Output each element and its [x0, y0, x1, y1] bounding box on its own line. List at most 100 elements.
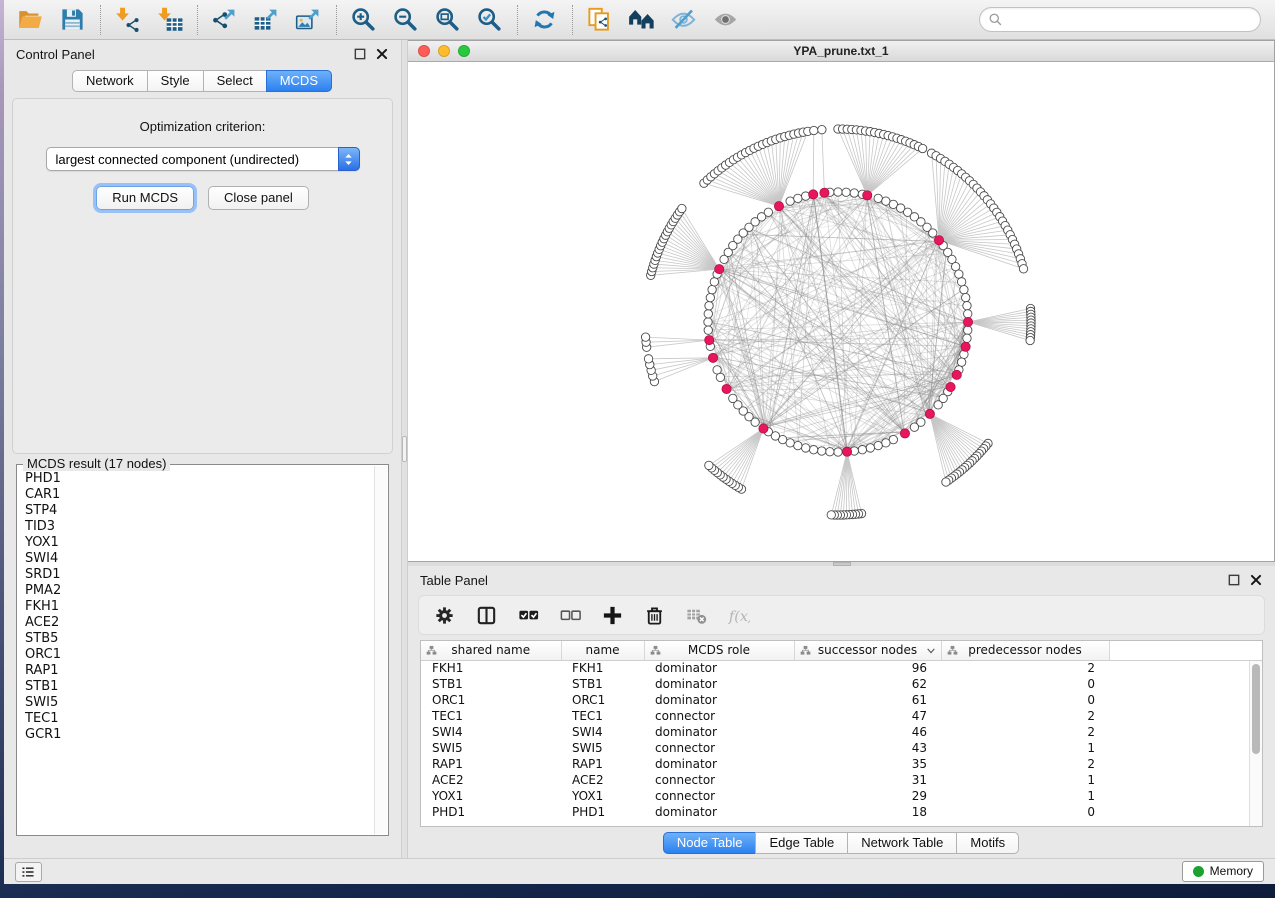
table-row[interactable]: PHD1PHD1dominator180: [421, 804, 1262, 820]
table-row[interactable]: ACE2ACE2connector311: [421, 772, 1262, 788]
mcds-result-item[interactable]: SWI5: [25, 695, 367, 711]
table-cell: dominator: [644, 804, 794, 820]
select-all-rows-icon: [517, 604, 540, 627]
mcds-result-item[interactable]: ORC1: [25, 647, 367, 663]
table-cell: SWI4: [561, 724, 644, 740]
tab-motifs[interactable]: Motifs: [956, 832, 1019, 854]
optimization-criterion-label: Optimization criterion:: [13, 119, 392, 134]
open-file-button[interactable]: [14, 3, 48, 37]
table-row[interactable]: SWI4SWI4dominator462: [421, 724, 1262, 740]
result-scrollbar[interactable]: [374, 466, 387, 834]
zoom-fit-button[interactable]: [431, 3, 465, 37]
close-panel-icon[interactable]: [375, 47, 389, 61]
select-all-rows-button[interactable]: [515, 602, 542, 629]
tab-edge-table[interactable]: Edge Table: [755, 832, 848, 854]
mcds-result-item[interactable]: FKH1: [25, 599, 367, 615]
function-builder-icon: f(x): [727, 604, 750, 627]
optimization-select[interactable]: largest connected component (undirected): [46, 147, 360, 171]
deselect-all-rows-button[interactable]: [557, 602, 584, 629]
table-row[interactable]: RAP1RAP1dominator352: [421, 756, 1262, 772]
delete-columns-button[interactable]: [641, 602, 668, 629]
sort-desc-icon: [926, 646, 936, 656]
column-header-name[interactable]: name: [561, 641, 644, 660]
show-panels-button[interactable]: [15, 862, 42, 882]
row-filler: [1109, 756, 1262, 772]
window-close-dot[interactable]: [418, 45, 430, 57]
import-table-button[interactable]: [153, 3, 187, 37]
export-table-button[interactable]: [250, 3, 284, 37]
float-panel-icon[interactable]: [1227, 573, 1241, 587]
row-filler: [1109, 772, 1262, 788]
table-scrollbar[interactable]: [1249, 661, 1262, 826]
table-row[interactable]: FKH1FKH1dominator962: [421, 660, 1262, 676]
mcds-result-item[interactable]: CAR1: [25, 487, 367, 503]
show-all-button[interactable]: [709, 3, 743, 37]
duplicate-network-button[interactable]: [583, 3, 617, 37]
zoom-in-button[interactable]: [347, 3, 381, 37]
show-all-icon: [712, 6, 739, 33]
float-panel-icon[interactable]: [353, 47, 367, 61]
duplicate-network-icon: [586, 6, 613, 33]
column-header-MCDS-role[interactable]: MCDS role: [644, 641, 794, 660]
window-minimize-dot[interactable]: [438, 45, 450, 57]
mcds-result-item[interactable]: GCR1: [25, 727, 367, 743]
mcds-result-item[interactable]: TEC1: [25, 711, 367, 727]
import-network-button[interactable]: [111, 3, 145, 37]
tab-network[interactable]: Network: [72, 70, 148, 92]
search-input[interactable]: [979, 7, 1261, 32]
mcds-result-item[interactable]: RAP1: [25, 663, 367, 679]
table-scrollbar-thumb[interactable]: [1252, 664, 1260, 754]
horizontal-splitter[interactable]: [408, 562, 1275, 566]
mcds-panel: Optimization criterion: largest connecte…: [12, 98, 393, 454]
hide-selected-button[interactable]: [667, 3, 701, 37]
table-row[interactable]: SWI5SWI5connector431: [421, 740, 1262, 756]
tab-select[interactable]: Select: [203, 70, 267, 92]
mcds-result-item[interactable]: PHD1: [25, 471, 367, 487]
mcds-result-item[interactable]: PMA2: [25, 583, 367, 599]
mcds-result-item[interactable]: SWI4: [25, 551, 367, 567]
mcds-result-item[interactable]: STP4: [25, 503, 367, 519]
column-header-shared-name[interactable]: shared name: [421, 641, 561, 660]
table-cell: dominator: [644, 660, 794, 676]
deselect-all-rows-icon: [559, 604, 582, 627]
table-row[interactable]: TEC1TEC1connector472: [421, 708, 1262, 724]
mcds-result-item[interactable]: YOX1: [25, 535, 367, 551]
mcds-result-item[interactable]: TID3: [25, 519, 367, 535]
tab-style[interactable]: Style: [147, 70, 204, 92]
vertical-splitter[interactable]: [401, 40, 408, 858]
mcds-result-item[interactable]: STB1: [25, 679, 367, 695]
table-row[interactable]: YOX1YOX1connector291: [421, 788, 1262, 804]
mcds-result-item[interactable]: ACE2: [25, 615, 367, 631]
mcds-result-item[interactable]: SRD1: [25, 567, 367, 583]
zoom-out-icon: [392, 6, 419, 33]
column-header-successor-nodes[interactable]: successor nodes: [794, 641, 941, 660]
table-settings-button[interactable]: [431, 602, 458, 629]
save-session-button[interactable]: [56, 3, 90, 37]
row-filler: [1109, 676, 1262, 692]
tab-node-table[interactable]: Node Table: [663, 832, 757, 854]
tab-mcds[interactable]: MCDS: [266, 70, 332, 92]
network-window-titlebar[interactable]: YPA_prune.txt_1: [408, 41, 1274, 62]
tab-network-table[interactable]: Network Table: [847, 832, 957, 854]
add-column-button[interactable]: [599, 602, 626, 629]
window-maximize-dot[interactable]: [458, 45, 470, 57]
zoom-out-button[interactable]: [389, 3, 423, 37]
table-row[interactable]: ORC1ORC1dominator610: [421, 692, 1262, 708]
splitter-handle[interactable]: [833, 562, 851, 566]
splitter-handle[interactable]: [402, 436, 407, 462]
close-panel-button[interactable]: Close panel: [208, 186, 309, 210]
export-image-button[interactable]: [292, 3, 326, 37]
column-header-predecessor-nodes[interactable]: predecessor nodes: [941, 641, 1109, 660]
shared-column-icon: [650, 645, 661, 656]
show-columns-button[interactable]: [473, 602, 500, 629]
memory-button[interactable]: Memory: [1182, 861, 1264, 882]
first-neighbors-button[interactable]: [625, 3, 659, 37]
mcds-result-item[interactable]: STB5: [25, 631, 367, 647]
run-mcds-button[interactable]: Run MCDS: [96, 186, 194, 210]
refresh-view-button[interactable]: [528, 3, 562, 37]
zoom-selected-button[interactable]: [473, 3, 507, 37]
close-panel-icon[interactable]: [1249, 573, 1263, 587]
export-network-button[interactable]: [208, 3, 242, 37]
table-row[interactable]: STB1STB1dominator620: [421, 676, 1262, 692]
network-canvas[interactable]: [408, 62, 1274, 561]
